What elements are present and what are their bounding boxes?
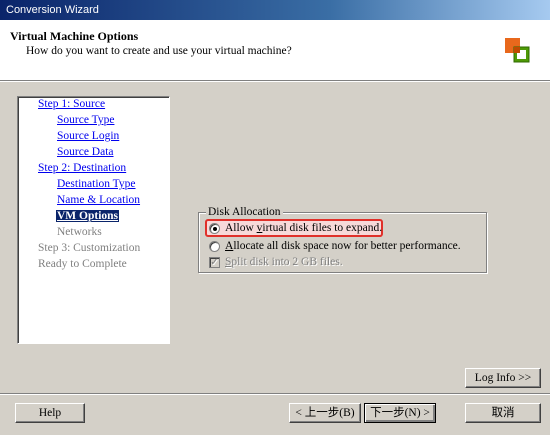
next-button[interactable]: 下一步(N) >	[364, 403, 436, 423]
cancel-button[interactable]: 取消	[465, 403, 541, 423]
header-divider	[0, 81, 550, 82]
window-title-bar: Conversion Wizard	[0, 0, 550, 20]
help-button[interactable]: Help	[15, 403, 85, 423]
step-vm-options[interactable]: VM Options	[56, 210, 120, 222]
step-source[interactable]: Step 1: Source	[38, 98, 105, 110]
step-destination[interactable]: Step 2: Destination	[38, 162, 126, 174]
allocate-all-label: Allocate all disk space now for better p…	[225, 240, 461, 252]
step-ready-to-complete: Ready to Complete	[38, 258, 127, 270]
split-disk-checkbox-option: ✓ Split disk into 2 GB files.	[209, 256, 343, 268]
step-customization: Step 3: Customization	[38, 242, 141, 254]
allocate-all-radio-option[interactable]: Allocate all disk space now for better p…	[209, 240, 461, 252]
split-disk-label: Split disk into 2 GB files.	[225, 256, 343, 268]
page-title: Virtual Machine Options	[10, 29, 139, 43]
page-subtitle: How do you want to create and use your v…	[26, 45, 292, 57]
footer-divider-highlight	[0, 394, 550, 395]
disk-allocation-title: Disk Allocation	[206, 206, 283, 218]
step-source-type[interactable]: Source Type	[57, 114, 114, 126]
back-button[interactable]: < 上一步(B)	[289, 403, 361, 423]
vmware-logo-icon	[505, 38, 530, 63]
step-name-location[interactable]: Name & Location	[57, 194, 140, 206]
split-disk-checkbox: ✓	[209, 256, 220, 268]
log-info-button[interactable]: Log Info >>	[465, 368, 541, 388]
expand-disk-radio[interactable]	[209, 222, 220, 234]
step-destination-type[interactable]: Destination Type	[57, 178, 136, 190]
expand-disk-label: Allow virtual disk files to expand.	[225, 222, 383, 234]
expand-disk-radio-option[interactable]: Allow virtual disk files to expand.	[209, 222, 382, 234]
wizard-header: Virtual Machine Options How do you want …	[0, 20, 550, 81]
conversion-wizard-window: Conversion Wizard Virtual Machine Option…	[0, 0, 550, 435]
step-source-data[interactable]: Source Data	[57, 146, 114, 158]
steps-panel: Step 1: Source Source Type Source Login …	[17, 96, 170, 344]
step-networks: Networks	[57, 226, 102, 238]
step-source-login[interactable]: Source Login	[57, 130, 119, 142]
allocate-all-radio[interactable]	[209, 240, 220, 252]
